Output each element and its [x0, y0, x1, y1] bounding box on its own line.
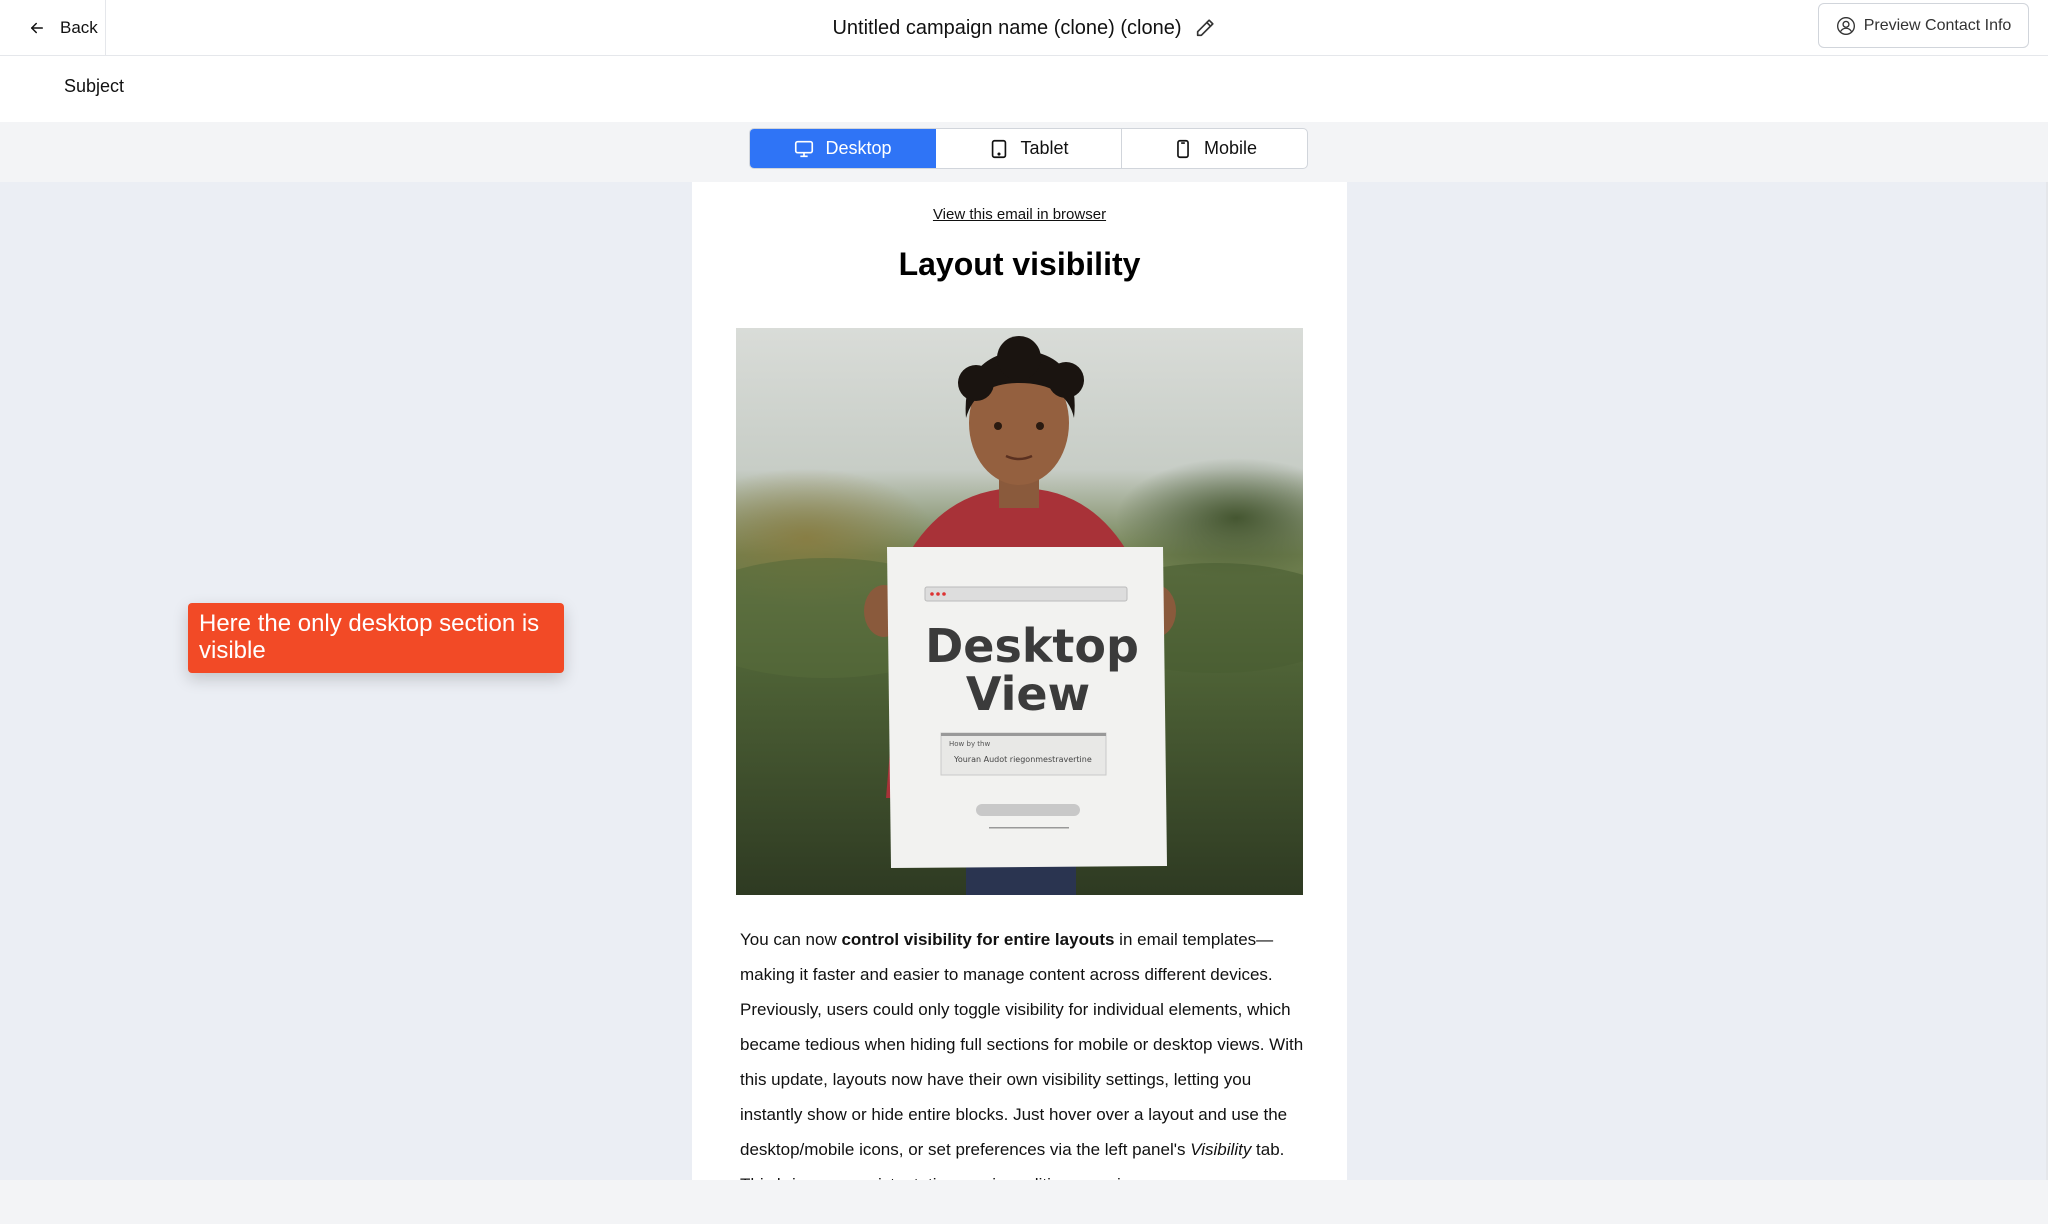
hero-sign-line2: View: [966, 667, 1090, 721]
preview-canvas: View this email in browser Layout visibi…: [0, 182, 2048, 1180]
bottom-strip: [0, 1180, 2048, 1224]
hero-photo: Desktop View How by thw Youran Audot rie…: [736, 328, 1303, 895]
device-desktop-label: Desktop: [825, 138, 892, 158]
body-text-bold: control visibility for entire layouts: [841, 930, 1115, 949]
email-body-text: You can now control visibility for entir…: [740, 922, 1310, 1180]
email-preview: View this email in browser Layout visibi…: [692, 182, 1347, 1180]
hero-sign-small1: How by thw: [949, 740, 990, 748]
email-title: Layout visibility: [898, 246, 1141, 282]
annotation-callout: Here the only desktop section is visible: [188, 603, 564, 673]
device-mobile-button[interactable]: Mobile: [1122, 129, 1307, 168]
device-toggle-area: Desktop Tablet Mobile: [0, 122, 2048, 182]
subject-bar: Subject: [0, 56, 2048, 122]
back-label: Back: [60, 18, 98, 37]
view-in-browser-link[interactable]: View this email in browser: [692, 206, 1347, 223]
device-mobile-label: Mobile: [1203, 138, 1258, 158]
arrow-left-icon: [31, 22, 43, 34]
body-text-part1: You can now: [740, 930, 842, 949]
preview-contact-info-label: Preview Contact Info: [1863, 16, 2012, 34]
device-tablet-button[interactable]: Tablet: [936, 129, 1122, 168]
body-text-part2: in email templates—making it faster and …: [740, 930, 1304, 1159]
subject-label: Subject: [64, 76, 125, 96]
pencil-icon[interactable]: [1194, 17, 1216, 39]
device-toggle: Desktop Tablet Mobile: [749, 128, 1308, 169]
hero-sign-small2: Youran Audot riegonmestravertine: [953, 755, 1092, 764]
hero-sign-line1: Desktop: [925, 619, 1139, 673]
user-circle-icon: [1836, 16, 1855, 35]
mobile-icon: [1177, 139, 1189, 158]
device-tablet-label: Tablet: [1020, 138, 1069, 158]
campaign-title: Untitled campaign name (clone) (clone): [832, 16, 1182, 39]
preview-contact-info-button[interactable]: Preview Contact Info: [1818, 3, 2029, 48]
body-text-italic: Visibility: [1190, 1140, 1252, 1159]
campaign-title-wrap: Untitled campaign name (clone) (clone): [0, 0, 2048, 56]
monitor-icon: [795, 140, 814, 157]
tablet-icon: [992, 139, 1007, 158]
back-button[interactable]: Back: [0, 0, 106, 56]
top-bar: Back Untitled campaign name (clone) (clo…: [0, 0, 2048, 56]
device-desktop-button[interactable]: Desktop: [750, 129, 936, 168]
hero-image: Desktop View How by thw Youran Audot rie…: [736, 328, 1303, 895]
